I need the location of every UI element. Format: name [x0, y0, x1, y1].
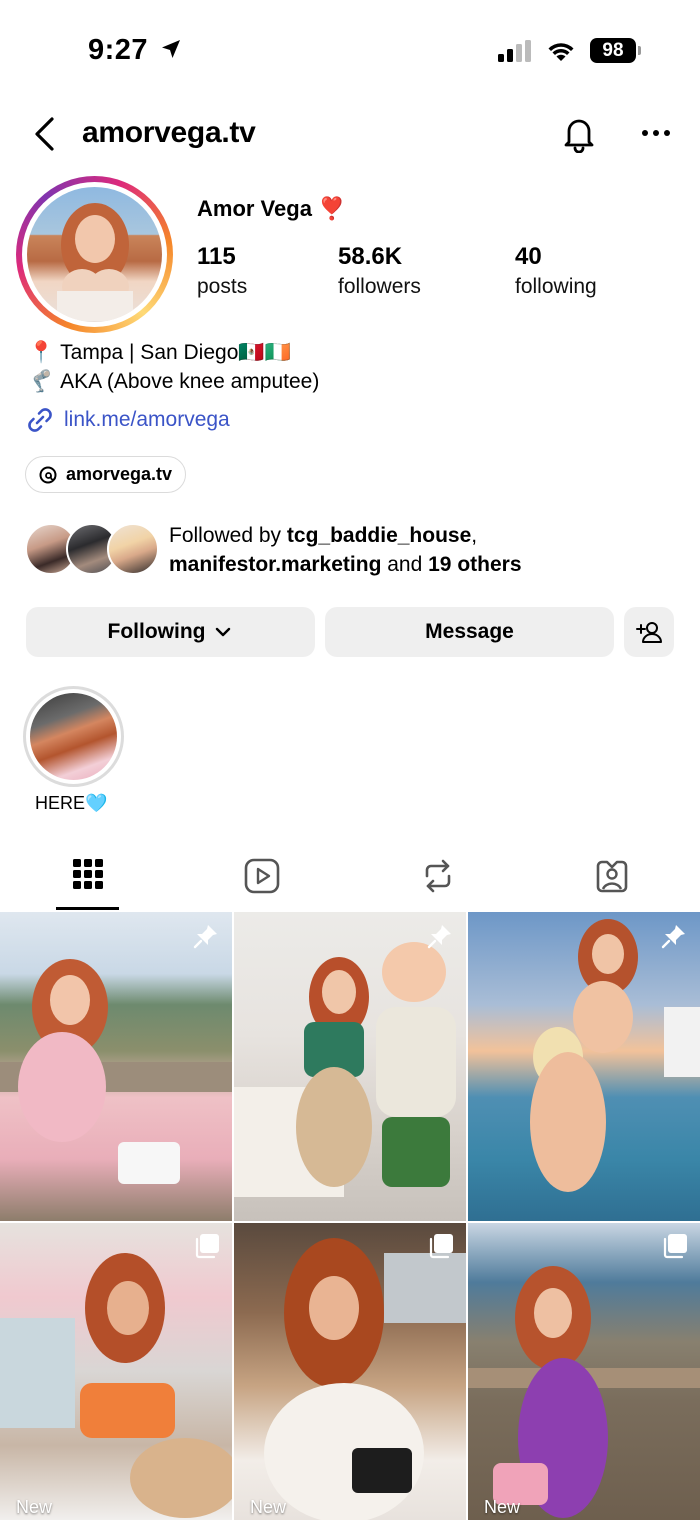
more-options-icon[interactable]: [641, 128, 671, 138]
stat-followers-label: followers: [338, 275, 421, 298]
new-post-label: New: [250, 1497, 287, 1517]
stat-following-label: following: [515, 275, 597, 298]
notification-bell-icon[interactable]: [561, 115, 597, 153]
message-button-label: Message: [425, 620, 514, 643]
chevron-down-icon: [216, 627, 231, 637]
highlight-label: HERE🩵: [35, 793, 108, 813]
tagged-person-icon: [596, 860, 627, 893]
multiple-photos-icon: [429, 1234, 453, 1259]
stat-posts-label: posts: [197, 275, 248, 298]
mutual-others: 19 others: [428, 553, 522, 576]
link-chain-icon: [28, 408, 52, 432]
location-arrow-icon: [161, 40, 180, 58]
following-button[interactable]: Following: [26, 607, 315, 657]
pinned-icon: [427, 925, 451, 949]
prosthetic-leg-emoji-icon: 🦿: [28, 370, 55, 393]
mutual-user-1: tcg_baddie_house: [286, 524, 472, 547]
grid-post[interactable]: New: [468, 1223, 700, 1520]
grid-post[interactable]: [234, 912, 466, 1221]
tab-reels[interactable]: [230, 850, 293, 911]
mutual-followers-avatars[interactable]: [25, 523, 160, 575]
new-post-label: New: [484, 1497, 521, 1517]
profile-photo: [27, 187, 162, 322]
followed-by-text[interactable]: Followed by tcg_baddie_house, manifestor…: [169, 521, 689, 579]
tab-tagged[interactable]: [580, 850, 643, 911]
grid-post[interactable]: [0, 912, 232, 1221]
profile-tabs: [0, 850, 700, 911]
bio-aka-text: AKA (Above knee amputee): [60, 370, 320, 393]
suggest-people-button[interactable]: [624, 607, 674, 657]
reposts-icon: [425, 859, 450, 893]
tab-reposts[interactable]: [406, 850, 469, 911]
mutual-user-2: manifestor.marketing: [169, 553, 382, 576]
active-tab-indicator: [56, 907, 119, 910]
mutual-avatar-3: [107, 523, 159, 575]
reels-icon: [244, 858, 279, 894]
new-post-label: New: [16, 1497, 53, 1517]
profile-username-title: amorvega.tv: [82, 116, 256, 149]
pinned-icon: [661, 925, 685, 949]
multiple-photos-icon: [663, 1234, 687, 1259]
grid-post[interactable]: New: [0, 1223, 232, 1520]
following-button-label: Following: [107, 620, 206, 643]
story-highlight-here[interactable]: [23, 686, 124, 787]
grid-post[interactable]: [468, 912, 700, 1221]
threads-badge-button[interactable]: amorvega.tv: [25, 456, 187, 493]
posts-grid: New New New: [0, 912, 700, 1520]
stat-following-count: 40: [515, 243, 542, 270]
stat-posts[interactable]: 115 posts: [197, 243, 247, 299]
bio-link-text: link.me/amorvega: [64, 408, 230, 431]
back-arrow-icon[interactable]: [32, 116, 58, 152]
stat-followers[interactable]: 58.6K followers: [338, 243, 421, 299]
highlight-cover: [30, 693, 117, 780]
pin-emoji-icon: 📍: [28, 341, 55, 364]
pinned-icon: [193, 925, 217, 949]
grid-post[interactable]: New: [234, 1223, 466, 1520]
status-time: 9:27: [88, 34, 183, 67]
display-name: Amor Vega ❣️: [197, 196, 346, 221]
message-button[interactable]: Message: [325, 607, 614, 657]
profile-avatar[interactable]: [16, 176, 173, 333]
stat-posts-count: 115: [197, 243, 236, 270]
wifi-icon: [548, 42, 574, 61]
bio-location-line: 📍 Tampa | San Diego🇲🇽🇮🇪: [28, 341, 291, 365]
threads-logo-icon: [39, 466, 57, 483]
status-indicators: 98: [498, 38, 641, 63]
cellular-signal-icon: [498, 39, 531, 62]
bio-link[interactable]: link.me/amorvega: [26, 406, 230, 434]
stat-following[interactable]: 40 following: [515, 243, 597, 299]
battery-indicator: 98: [590, 38, 641, 63]
threads-handle: amorvega.tv: [66, 464, 173, 484]
bio-aka-line: 🦿 AKA (Above knee amputee): [28, 370, 319, 394]
multiple-photos-icon: [195, 1234, 219, 1259]
tab-posts-grid[interactable]: [56, 850, 119, 911]
bio-location-text: Tampa | San Diego🇲🇽🇮🇪: [60, 341, 291, 364]
add-person-icon: [636, 622, 662, 643]
grid-icon: [72, 859, 103, 889]
stat-followers-count: 58.6K: [338, 243, 403, 270]
